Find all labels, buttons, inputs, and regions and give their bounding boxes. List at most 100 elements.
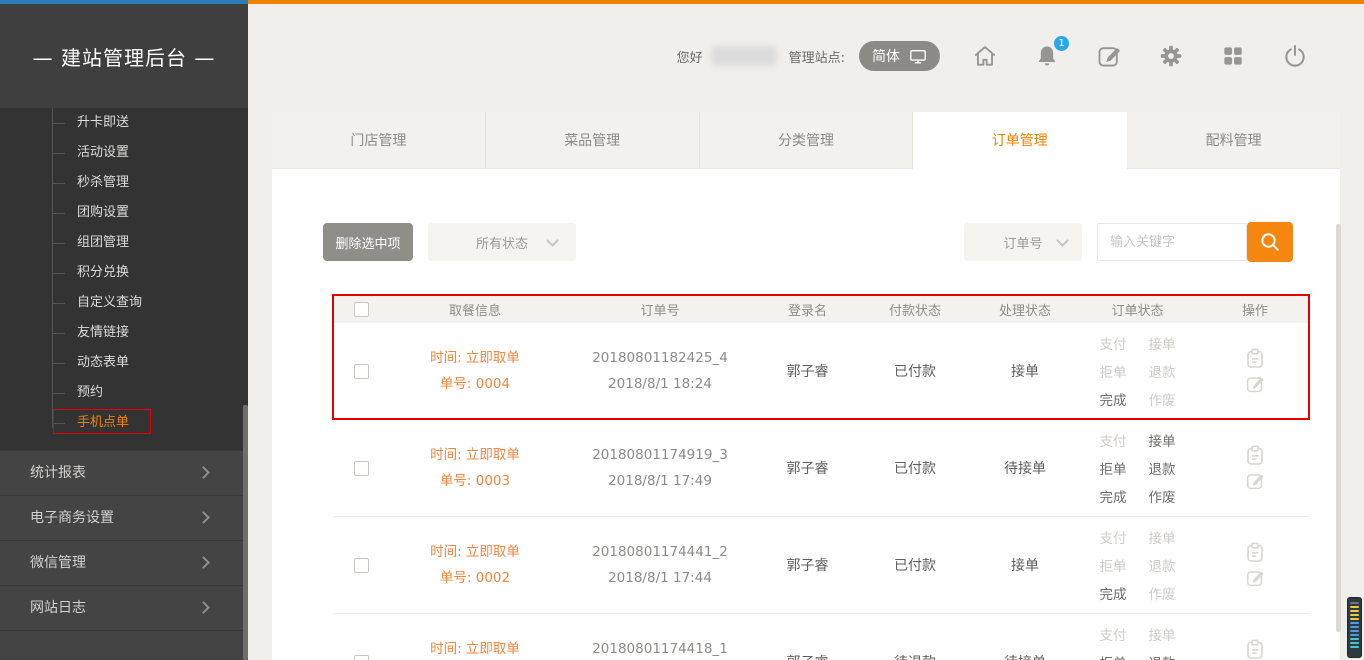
sidebar-groups: 统计报表电子商务设置微信管理网站日志 [0, 450, 248, 631]
search-field-select[interactable]: 订单号 [964, 223, 1082, 261]
row-operations [1245, 639, 1265, 660]
chevron-down-icon [1056, 234, 1069, 247]
pickup-time: 时间: 立即取单 [390, 345, 560, 371]
status-filter-value: 所有状态 [476, 233, 528, 252]
language-site-button[interactable]: 简体 [859, 41, 940, 71]
sidebar-item-label: 升卡即送 [77, 115, 129, 130]
order-action-link[interactable]: 完成 [1100, 486, 1127, 506]
edit-order-icon[interactable] [1245, 568, 1265, 588]
order-action-link: 支付 [1100, 333, 1127, 353]
tab[interactable]: 菜品管理 [486, 112, 700, 169]
clipboard-detail-icon[interactable] [1245, 348, 1265, 369]
home-icon[interactable] [972, 43, 998, 69]
order-action-link: 拒单 [1100, 361, 1127, 381]
sidebar-submenu-item[interactable]: 友情链接 [0, 318, 248, 348]
sidebar-submenu-item[interactable]: 自定义查询 [0, 288, 248, 318]
order-action-link: 拒单 [1100, 555, 1127, 575]
sidebar-group-item[interactable]: 统计报表 [0, 451, 248, 496]
sidebar-group-item[interactable]: 微信管理 [0, 541, 248, 586]
pickup-number: 单号: 0002 [390, 565, 560, 591]
select-all-checkbox[interactable] [354, 302, 369, 317]
order-action-link[interactable]: 完成 [1100, 389, 1127, 409]
status-filter-select[interactable]: 所有状态 [428, 223, 576, 261]
row-checkbox[interactable] [354, 655, 369, 660]
tab-active[interactable]: 订单管理 [913, 112, 1127, 169]
search-button[interactable] [1247, 222, 1293, 262]
main-top-accent-bar [248, 0, 1364, 4]
process-status: 待接单 [1004, 655, 1046, 660]
order-action-link[interactable]: 拒单 [1100, 652, 1127, 660]
row-operations [1245, 445, 1265, 491]
order-action-link[interactable]: 完成 [1100, 583, 1127, 603]
login-name: 郭子睿 [787, 461, 829, 477]
sidebar-submenu-item[interactable]: 活动设置 [0, 138, 248, 168]
clipboard-detail-icon[interactable] [1245, 639, 1265, 660]
edit-order-icon[interactable] [1245, 471, 1265, 491]
table-header-row: 取餐信息订单号登录名付款状态处理状态订单状态操作 [333, 295, 1310, 323]
row-checkbox[interactable] [354, 364, 369, 379]
search-icon [1258, 230, 1282, 254]
delete-selected-button[interactable]: 删除选中项 [323, 223, 413, 261]
sidebar-submenu-item[interactable]: 团购设置 [0, 198, 248, 228]
language-label: 简体 [872, 46, 900, 66]
tab-label: 分类管理 [778, 130, 834, 150]
column-header: 订单号 [640, 304, 679, 319]
content-card: 门店管理 菜品管理 分类管理 订单管理配料管理 删除选中项 所有状态 订单号 [272, 112, 1340, 660]
header-icon-group: 1 [972, 43, 1308, 69]
sidebar-scrollbar-thumb[interactable] [243, 405, 248, 660]
order-action-link: 支付 [1100, 624, 1127, 644]
column-header: 处理状态 [999, 304, 1051, 319]
sidebar-item-label: 组团管理 [77, 235, 129, 250]
page-scrollbar-thumb[interactable] [1336, 224, 1341, 632]
order-action-link[interactable]: 退款 [1149, 458, 1176, 478]
chevron-right-icon [197, 601, 210, 614]
order-action-link: 接单 [1149, 624, 1176, 644]
sidebar-submenu-item[interactable]: 秒杀管理 [0, 168, 248, 198]
order-date: 2018/8/1 18:24 [560, 371, 760, 397]
sidebar-submenu-item[interactable]: 动态表单 [0, 348, 248, 378]
notifications-bell-icon[interactable]: 1 [1034, 43, 1060, 69]
monitor-icon [909, 48, 927, 65]
order-status-actions: 支付接单拒单退款完成作废 [1100, 624, 1176, 660]
payment-status: 待退款 [894, 655, 936, 660]
login-name: 郭子睿 [787, 655, 829, 660]
payment-status: 已付款 [894, 461, 936, 477]
sidebar-submenu-item[interactable]: 升卡即送 [0, 108, 248, 138]
edit-icon[interactable] [1096, 43, 1122, 69]
chevron-right-icon [197, 556, 210, 569]
settings-gear-icon[interactable] [1158, 43, 1184, 69]
tab[interactable]: 配料管理 [1127, 112, 1340, 169]
order-action-link[interactable]: 退款 [1149, 652, 1176, 660]
sidebar-group-item[interactable]: 网站日志 [0, 586, 248, 631]
sidebar-group-item[interactable]: 电子商务设置 [0, 496, 248, 541]
order-action-link: 退款 [1149, 555, 1176, 575]
edit-order-icon[interactable] [1245, 374, 1265, 394]
payment-status: 已付款 [894, 558, 936, 574]
order-action-link[interactable]: 拒单 [1100, 458, 1127, 478]
tab[interactable]: 门店管理 [272, 112, 486, 169]
tab[interactable]: 分类管理 [700, 112, 914, 169]
apps-grid-icon[interactable] [1220, 43, 1246, 69]
payment-status: 已付款 [894, 364, 936, 380]
chevron-right-icon [197, 466, 210, 479]
order-action-link: 支付 [1100, 430, 1127, 450]
login-name: 郭子睿 [787, 364, 829, 380]
sidebar-item-label: 动态表单 [77, 355, 129, 370]
sidebar-submenu-item[interactable]: 组团管理 [0, 228, 248, 258]
tab-label: 门店管理 [350, 130, 406, 150]
clipboard-detail-icon[interactable] [1245, 542, 1265, 563]
order-action-link[interactable]: 作废 [1149, 486, 1176, 506]
sidebar-item-active[interactable]: 手机点单 [0, 408, 248, 438]
order-action-link[interactable]: 接单 [1149, 430, 1176, 450]
sidebar-submenu: 升卡即送活动设置秒杀管理团购设置组团管理积分兑换自定义查询友情链接动态表单预约手… [0, 108, 248, 450]
row-checkbox[interactable] [354, 558, 369, 573]
sidebar-submenu-item[interactable]: 积分兑换 [0, 258, 248, 288]
clipboard-detail-icon[interactable] [1245, 445, 1265, 466]
sidebar-submenu-item[interactable]: 预约 [0, 378, 248, 408]
search-input[interactable] [1097, 223, 1247, 261]
power-icon[interactable] [1282, 43, 1308, 69]
floating-side-widget[interactable] [1347, 597, 1362, 658]
sidebar-item-label: 友情链接 [77, 325, 129, 340]
row-checkbox[interactable] [354, 461, 369, 476]
process-status: 接单 [1011, 558, 1039, 574]
